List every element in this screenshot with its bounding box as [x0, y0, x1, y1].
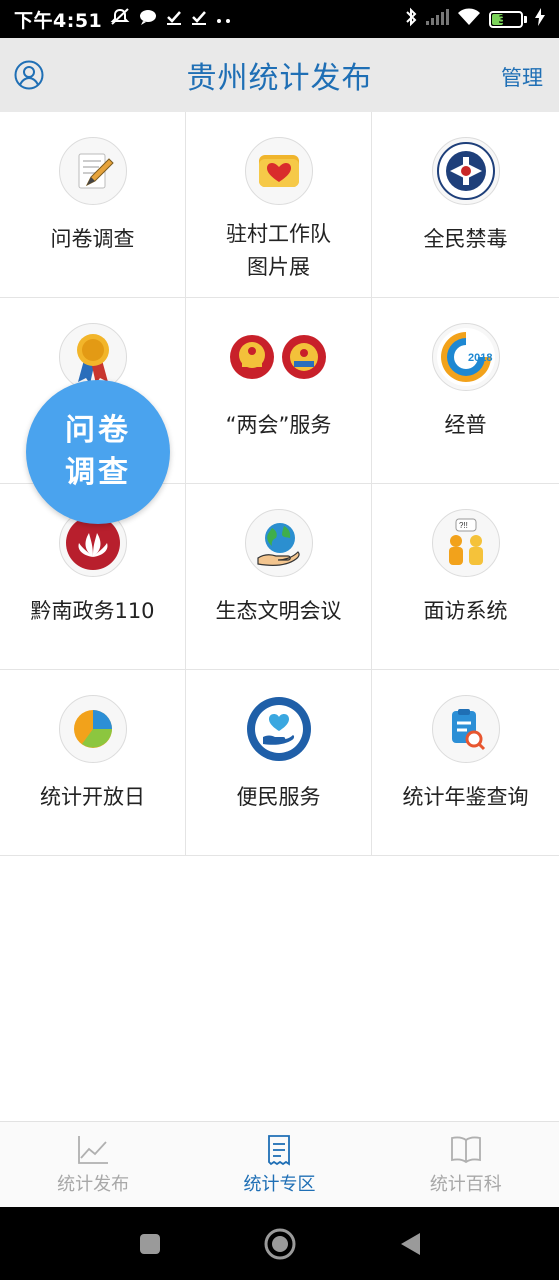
national-emblems-icon [224, 323, 334, 391]
grid-item-label: 统计年鉴查询 [402, 785, 529, 809]
floating-survey-label: 问卷调查 [65, 413, 131, 490]
status-bar: 下午4:51 36 [0, 0, 559, 38]
heart-hands-emblem-icon [245, 695, 313, 763]
system-nav-bar [0, 1207, 559, 1280]
grid-item-label: 全民禁毒 [423, 227, 508, 251]
notification-icons [110, 7, 232, 31]
back-icon[interactable] [390, 1224, 430, 1264]
tab-statistics-zone[interactable]: 统计专区 [186, 1122, 372, 1207]
grid-item-statistics-open-day[interactable]: 统计开放日 [0, 670, 186, 856]
home-icon[interactable] [260, 1224, 300, 1264]
user-profile-icon[interactable] [14, 60, 44, 90]
svg-text:2018: 2018 [468, 352, 492, 364]
grid-item-label-line-2: 图片展 [247, 255, 310, 279]
heart-folder-icon [244, 137, 313, 205]
grid-item-anti-drug[interactable]: 全民禁毒 [372, 112, 559, 298]
battery-level: 36 [498, 12, 514, 26]
app-header: 贵州统计发布 管理 [0, 38, 559, 112]
survey-pencil-icon [58, 137, 127, 205]
manage-button[interactable]: 管理 [501, 62, 543, 92]
interview-people-icon: ?!! [431, 509, 500, 577]
grid-item-interview-system[interactable]: ?!! 面访系统 [372, 484, 559, 670]
grid-item-survey[interactable]: 问卷调查 [0, 112, 186, 298]
muted-icon [110, 7, 130, 31]
recent-apps-icon[interactable] [130, 1224, 170, 1264]
page-title: 贵州统计发布 [186, 61, 373, 96]
more-dots-icon [216, 9, 232, 29]
grid-item-eco-civilization-conference[interactable]: 生态文明会议 [186, 484, 372, 670]
anti-drug-emblem-icon [431, 137, 500, 205]
charging-icon [535, 8, 545, 30]
line-chart-icon [76, 1134, 110, 1166]
wifi-icon [457, 8, 481, 30]
signal-icon [425, 9, 449, 29]
download-check-icon [191, 9, 207, 30]
pie-chart-icon [58, 695, 127, 763]
status-time: 下午4:51 [14, 9, 103, 32]
tab-label: 统计专区 [243, 1174, 316, 1195]
tab-statistics-encyclopedia[interactable]: 统计百科 [373, 1122, 559, 1207]
grid-item-label: 黔南政务110 [30, 599, 155, 623]
grid-item-label: 问卷调查 [50, 227, 135, 251]
grid-item-village-team-gallery[interactable]: 驻村工作队 图片展 [186, 112, 372, 298]
census-2018-icon: 2018 [431, 323, 500, 391]
grid-item-convenience-service[interactable]: 便民服务 [186, 670, 372, 856]
grid-item-label: 生态文明会议 [215, 599, 342, 623]
grid-item-label: 便民服务 [236, 785, 321, 809]
tab-label: 统计百科 [429, 1174, 502, 1195]
bottom-tab-bar: 统计发布 统计专区 统计百科 [0, 1121, 559, 1207]
grid-item-economic-census[interactable]: 2018 经普 [372, 298, 559, 484]
tab-statistics-release[interactable]: 统计发布 [0, 1122, 186, 1207]
globe-hand-icon [244, 509, 313, 577]
tab-label: 统计发布 [57, 1174, 130, 1195]
grid-item-yearbook-query[interactable]: 统计年鉴查询 [372, 670, 559, 856]
svg-text:?!!: ?!! [459, 521, 468, 530]
receipt-icon [262, 1134, 296, 1166]
battery-icon: 36 [489, 10, 527, 28]
grid-item-label: 驻村工作队 图片展 [189, 218, 369, 284]
open-book-icon [449, 1134, 483, 1166]
grid-item-label: 统计开放日 [40, 785, 145, 809]
bluetooth-icon [405, 7, 417, 31]
grid-item-label: “两会”服务 [225, 413, 332, 437]
floating-survey-button[interactable]: 问卷调查 [26, 380, 170, 524]
download-check-icon [166, 9, 182, 30]
grid-item-two-sessions[interactable]: “两会”服务 [186, 298, 372, 484]
grid-item-label-line-1: 驻村工作队 [226, 222, 331, 246]
document-search-icon [431, 695, 500, 763]
grid-item-label: 面访系统 [423, 599, 508, 623]
chat-icon [139, 9, 157, 30]
grid-item-label: 经普 [444, 413, 487, 437]
